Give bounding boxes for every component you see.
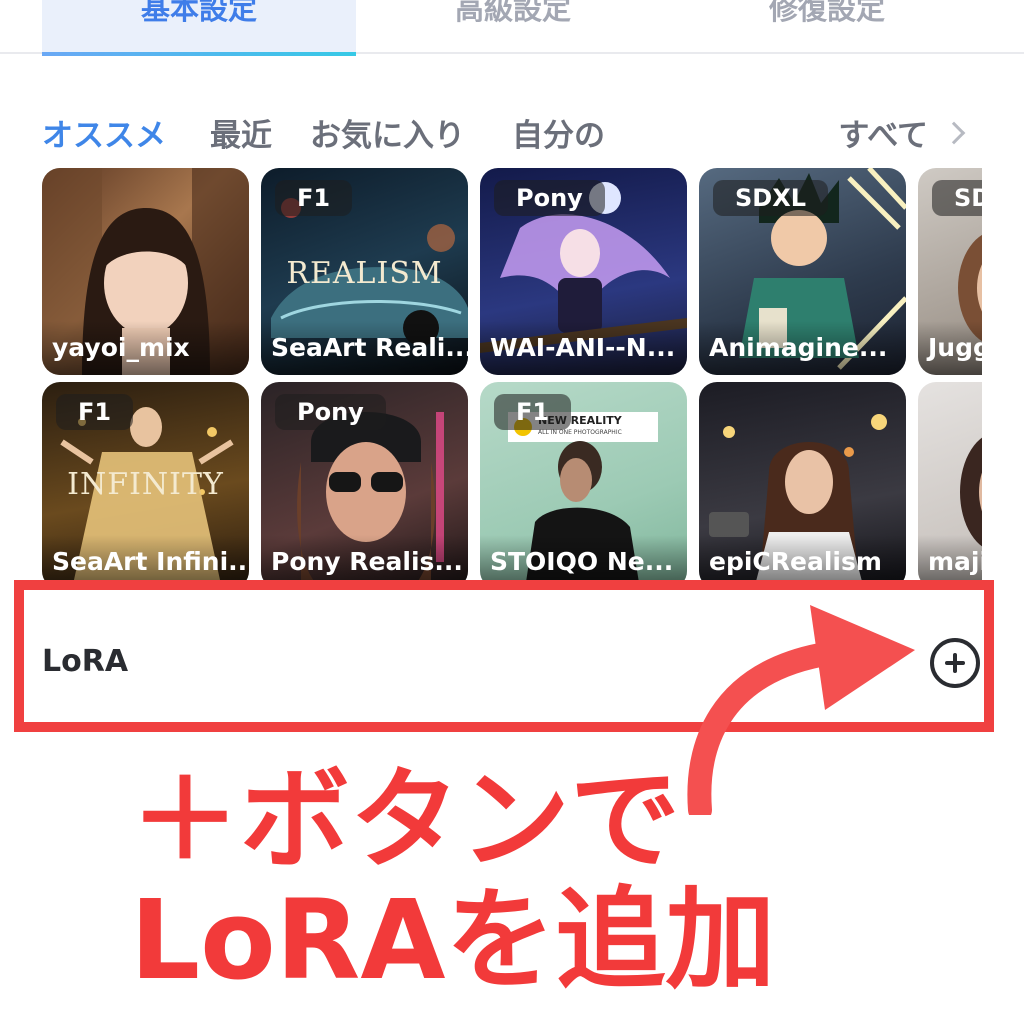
category-recent[interactable]: 最近 — [210, 110, 272, 155]
model-card[interactable]: epiCRealism — [699, 382, 906, 583]
model-name: Animagine... — [699, 321, 906, 375]
annotation-text: ＋ボタンで LoRAを追加 — [130, 760, 776, 1000]
tab-label: 基本設定 — [140, 0, 257, 26]
model-card[interactable]: NEW REALITY ALL IN ONE PHOTOGRAPHIC F1 S… — [480, 382, 687, 583]
active-tab-indicator — [42, 52, 356, 56]
model-card[interactable]: INFINITY F1 SeaArt Infini... — [42, 382, 249, 583]
model-name: yayoi_mix — [42, 321, 249, 375]
model-card[interactable]: SDXL Animagine... — [699, 168, 906, 375]
annotation-line-2: LoRAを追加 — [130, 876, 776, 1004]
model-card[interactable]: REALISM F1 SeaArt Reali... — [261, 168, 468, 375]
category-all-link[interactable]: すべて — [838, 110, 966, 155]
category-favorites[interactable]: お気に入り — [310, 110, 465, 155]
model-type-tag: SDX — [932, 180, 982, 216]
model-card[interactable]: SDX Jugg — [918, 168, 982, 375]
chevron-right-icon — [942, 121, 966, 144]
model-card[interactable]: Pony Pony Realis... — [261, 382, 468, 583]
model-type-tag: F1 — [275, 180, 353, 216]
category-all-label: すべて — [838, 118, 928, 154]
model-type-tag: F1 — [494, 394, 572, 430]
model-name: maji — [918, 535, 982, 583]
category-recommended[interactable]: オススメ — [42, 110, 166, 155]
model-name: STOIQO Ne... — [480, 535, 687, 583]
tab-label: 高級設定 — [454, 0, 571, 26]
tab-repair-settings[interactable]: 修復設定 — [670, 0, 984, 54]
model-name: SeaArt Reali... — [261, 321, 468, 375]
model-name: WAI-ANI--N... — [480, 321, 687, 375]
model-type-tag: F1 — [56, 394, 134, 430]
tab-basic-settings[interactable]: 基本設定 — [42, 0, 356, 56]
model-name: Pony Realis... — [261, 535, 468, 583]
model-card[interactable]: yayoi_mix — [42, 168, 249, 375]
model-name: SeaArt Infini... — [42, 535, 249, 583]
model-grid: yayoi_mix REALISM F1 SeaArt Reali... Pon… — [42, 168, 982, 583]
model-category-tabs: オススメ 最近 お気に入り 自分の すべて — [42, 110, 982, 154]
annotation-line-1: ＋ボタンで — [130, 756, 680, 884]
model-name: Jugg — [918, 321, 982, 375]
tab-label: 修復設定 — [768, 0, 885, 26]
tab-advanced-settings[interactable]: 高級設定 — [356, 0, 670, 54]
model-type-tag: Pony — [494, 180, 605, 216]
model-overlay-text: REALISM — [286, 256, 443, 291]
model-card[interactable]: Pony WAI-ANI--N... — [480, 168, 687, 375]
category-mine[interactable]: 自分の — [512, 110, 605, 155]
model-type-tag: SDXL — [713, 180, 829, 216]
model-card[interactable]: maji — [918, 382, 982, 583]
lora-label: LoRA — [42, 644, 129, 679]
model-overlay-text: INFINITY — [67, 467, 224, 502]
top-tab-bar: 基本設定 高級設定 修復設定 — [0, 0, 1024, 56]
model-name: epiCRealism — [699, 535, 906, 583]
model-type-tag: Pony — [275, 394, 386, 430]
